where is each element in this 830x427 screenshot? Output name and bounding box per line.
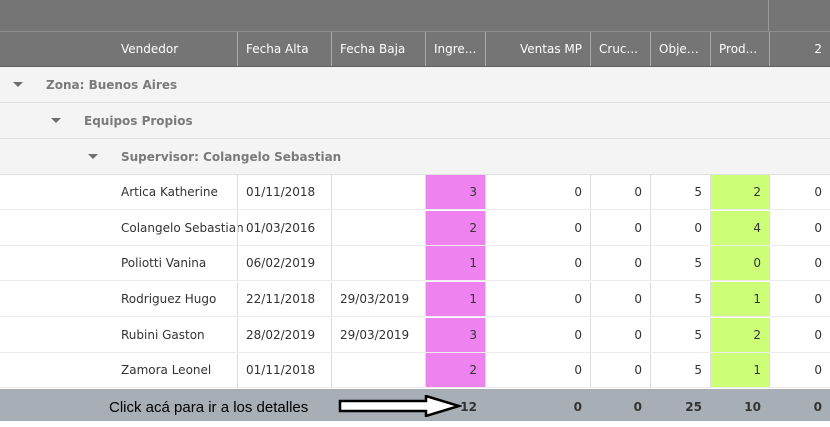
table-row[interactable]: Colangelo Sebastian 01/03/2016 2 0 0 0 4 0 — [0, 211, 830, 246]
cell-ingre: 2 — [425, 211, 485, 245]
cell-fecha-baja — [331, 175, 425, 209]
cell-objet: 0 — [650, 211, 710, 245]
table-row[interactable]: Rubini Gaston 28/02/2019 29/03/2019 3 0 0 5 2 0 — [0, 318, 830, 353]
cell-ingre: 3 — [425, 175, 485, 209]
cell-ingre: 3 — [425, 318, 485, 352]
cell-objet: 5 — [650, 175, 710, 209]
cell-prod: 4 — [710, 211, 769, 245]
column-header-fecha-baja[interactable]: Fecha Baja — [331, 32, 425, 66]
cell-ingre: 1 — [425, 246, 485, 280]
cell-cruc: 0 — [590, 246, 650, 280]
group-row-equipos[interactable]: Equipos Propios — [0, 103, 830, 139]
cell-vendedor: Colangelo Sebastian — [121, 221, 244, 235]
cell-fecha-alta: 01/11/2018 — [237, 353, 331, 387]
cell-2: 0 — [769, 211, 830, 245]
cell-prod: 1 — [710, 353, 769, 387]
cell-objet: 5 — [650, 318, 710, 352]
table-row[interactable]: Artica Katherine 01/11/2018 3 0 0 5 2 0 — [0, 175, 830, 210]
cell-cruc: 0 — [590, 318, 650, 352]
cell-vendedor: Rubini Gaston — [121, 328, 205, 342]
cell-prod: 0 — [710, 246, 769, 280]
cell-fecha-alta: 06/02/2019 — [237, 246, 331, 280]
column-header-prod[interactable]: Prod... — [710, 32, 769, 66]
total-ventas-mp: 0 — [573, 400, 582, 414]
cell-prod: 2 — [710, 175, 769, 209]
details-link[interactable]: Click acá para ir a los detalles — [109, 389, 308, 427]
column-header-ventas-mp[interactable]: Ventas MP — [485, 32, 590, 66]
collapse-arrow-icon[interactable] — [51, 118, 61, 123]
table-row[interactable]: Rodriguez Hugo 22/11/2018 29/03/2019 1 0 0 5 1 0 — [0, 282, 830, 317]
group-row-supervisor[interactable]: Supervisor: Colangelo Sebastian — [0, 139, 830, 175]
cell-objet: 5 — [650, 282, 710, 316]
collapse-arrow-icon[interactable] — [13, 82, 23, 87]
column-header-fecha-alta[interactable]: Fecha Alta — [237, 32, 331, 66]
cell-vendedor: Artica Katherine — [121, 185, 218, 199]
table-row[interactable]: Poliotti Vanina 06/02/2019 1 0 0 5 0 0 — [0, 246, 830, 281]
cell-prod: 1 — [710, 282, 769, 316]
column-header-vendedor[interactable]: Vendedor — [0, 32, 237, 66]
cell-ingre: 2 — [425, 353, 485, 387]
cell-cruc: 0 — [590, 353, 650, 387]
cell-2: 0 — [769, 353, 830, 387]
cell-2: 0 — [769, 175, 830, 209]
cell-prod: 2 — [710, 318, 769, 352]
total-2: 0 — [813, 400, 822, 414]
cell-fecha-baja — [331, 246, 425, 280]
cell-ventas-mp: 0 — [485, 353, 590, 387]
total-prod: 10 — [744, 400, 761, 414]
group-label-equipos: Equipos Propios — [84, 114, 193, 128]
total-cruc: 0 — [633, 400, 642, 414]
cell-vendedor: Poliotti Vanina — [121, 256, 207, 270]
cell-fecha-baja: 29/03/2019 — [331, 318, 425, 352]
cell-fecha-baja — [331, 211, 425, 245]
group-label-supervisor: Supervisor: Colangelo Sebastian — [121, 150, 342, 164]
table-row[interactable]: Zamora Leonel 01/11/2018 2 0 0 5 1 0 — [0, 353, 830, 388]
grid-top-bar — [0, 0, 830, 31]
cell-ingre: 1 — [425, 282, 485, 316]
column-header-cruc[interactable]: Cruc... — [590, 32, 650, 66]
cell-fecha-baja: 29/03/2019 — [331, 282, 425, 316]
cell-fecha-alta: 01/03/2016 — [237, 211, 331, 245]
cell-vendedor: Rodriguez Hugo — [121, 292, 217, 306]
cell-objet: 5 — [650, 353, 710, 387]
cell-fecha-alta: 22/11/2018 — [237, 282, 331, 316]
cell-2: 0 — [769, 318, 830, 352]
cell-ventas-mp: 0 — [485, 318, 590, 352]
column-header-ingre[interactable]: Ingre... — [425, 32, 485, 66]
cell-2: 0 — [769, 282, 830, 316]
column-header-2[interactable]: 2 — [769, 32, 830, 66]
cell-fecha-baja — [331, 353, 425, 387]
collapse-arrow-icon[interactable] — [88, 154, 98, 159]
cell-2: 0 — [769, 246, 830, 280]
cell-fecha-alta: 28/02/2019 — [237, 318, 331, 352]
right-arrow-icon — [338, 395, 462, 417]
cell-ventas-mp: 0 — [485, 282, 590, 316]
cell-cruc: 0 — [590, 175, 650, 209]
group-label-zona: Zona: Buenos Aires — [46, 78, 178, 92]
column-header-row: Vendedor Fecha Alta Fecha Baja Ingre... … — [0, 31, 830, 67]
cell-fecha-alta: 01/11/2018 — [237, 175, 331, 209]
cell-objet: 5 — [650, 246, 710, 280]
cell-ventas-mp: 0 — [485, 211, 590, 245]
cell-ventas-mp: 0 — [485, 246, 590, 280]
column-header-objet[interactable]: Objet... — [650, 32, 710, 66]
top-bar-divider — [768, 0, 769, 31]
group-row-zona[interactable]: Zona: Buenos Aires — [0, 67, 830, 103]
cell-cruc: 0 — [590, 211, 650, 245]
cell-cruc: 0 — [590, 282, 650, 316]
cell-vendedor: Zamora Leonel — [121, 363, 212, 377]
cell-ventas-mp: 0 — [485, 175, 590, 209]
total-objet: 25 — [685, 400, 702, 414]
